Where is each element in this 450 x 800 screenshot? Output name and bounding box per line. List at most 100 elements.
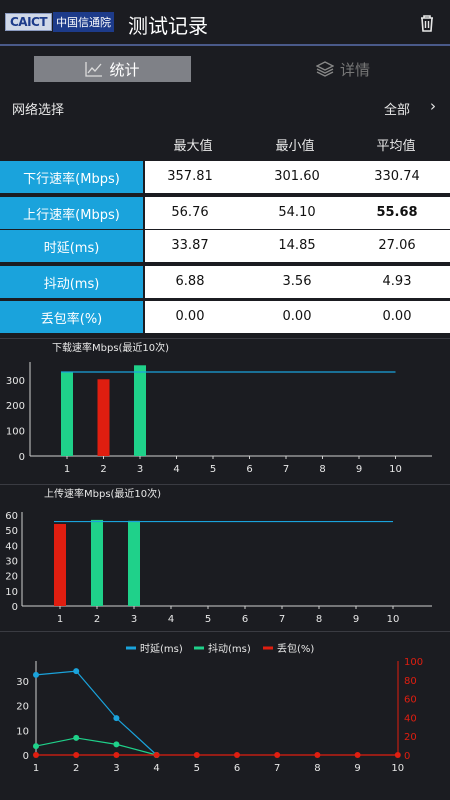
y-tick-label: 200 xyxy=(6,401,25,412)
x-tick-label: 3 xyxy=(131,614,137,625)
divider xyxy=(0,338,450,339)
y-tick-label-left: 30 xyxy=(16,677,29,688)
data-point xyxy=(274,752,281,758)
trash-icon[interactable] xyxy=(416,12,438,34)
table-row: 上行速率(Mbps) 56.76 54.10 55.68 xyxy=(0,197,450,229)
x-tick-label: 8 xyxy=(314,763,320,774)
y-tick-label-right: 0 xyxy=(404,751,410,762)
cell-min: 54.10 xyxy=(278,205,316,220)
cell-min: 3.56 xyxy=(282,274,312,289)
table-row: 抖动(ms) 6.88 3.56 4.93 xyxy=(0,266,450,298)
y-tick-label: 10 xyxy=(5,587,18,598)
cell-avg: 27.06 xyxy=(378,238,416,253)
x-tick-label: 10 xyxy=(391,763,404,774)
tab-statistics[interactable]: 统计 xyxy=(34,56,191,82)
x-tick-label: 4 xyxy=(168,614,174,625)
legend-label: 时延(ms) xyxy=(140,643,183,655)
cell-min: 301.60 xyxy=(274,169,320,184)
x-tick-label: 2 xyxy=(73,763,79,774)
data-point xyxy=(73,752,80,758)
y-tick-label: 300 xyxy=(6,376,25,387)
x-tick-label: 3 xyxy=(113,763,119,774)
data-point xyxy=(33,671,39,678)
table-row: 时延(ms) 33.87 14.85 27.06 xyxy=(0,230,450,262)
x-tick-label: 5 xyxy=(210,464,216,475)
data-point xyxy=(314,752,321,758)
col-header-avg: 平均值 xyxy=(376,139,416,154)
chart-title: 下载速率Mbps(最近10次) xyxy=(52,341,169,354)
data-point xyxy=(394,752,401,758)
y-tick-label-right: 20 xyxy=(404,732,417,743)
cell-max: 56.76 xyxy=(171,205,209,220)
y-tick-label: 50 xyxy=(5,526,18,537)
data-point xyxy=(73,734,80,741)
bar xyxy=(97,379,110,456)
x-tick-label: 9 xyxy=(356,464,362,475)
x-tick-label: 1 xyxy=(33,763,39,774)
chevron-right-icon: › xyxy=(430,97,436,115)
data-point xyxy=(33,743,39,750)
logo-en: CAICT xyxy=(5,13,53,31)
y-tick-label: 30 xyxy=(5,557,18,568)
network-label: 网络选择 xyxy=(12,103,65,118)
x-tick-label: 9 xyxy=(353,614,359,625)
divider xyxy=(0,631,450,632)
y-tick-label-left: 10 xyxy=(16,726,29,737)
y-tick-label-right: 100 xyxy=(404,657,423,668)
network-value: 全部 xyxy=(383,103,410,118)
bar xyxy=(128,520,140,606)
x-tick-label: 2 xyxy=(100,464,106,475)
app-header: CAICT 中国信通院 测试记录 xyxy=(0,0,450,46)
row-label: 下行速率(Mbps) xyxy=(0,161,143,193)
logo-cn: 中国信通院 xyxy=(53,12,115,32)
y-tick-label-right: 40 xyxy=(404,713,417,724)
x-tick-label: 7 xyxy=(283,464,289,475)
x-tick-label: 8 xyxy=(316,614,322,625)
page-title: 测试记录 xyxy=(128,14,208,38)
row-label: 上行速率(Mbps) xyxy=(0,197,143,229)
x-tick-label: 2 xyxy=(94,614,100,625)
cell-max: 357.81 xyxy=(167,169,213,184)
table-row: 丢包率(%) 0.00 0.00 0.00 xyxy=(0,301,450,333)
col-header-max: 最大值 xyxy=(173,139,213,154)
caict-logo: CAICT 中国信通院 xyxy=(5,11,117,33)
cell-min: 14.85 xyxy=(278,238,316,253)
data-point xyxy=(193,752,200,758)
data-point xyxy=(113,752,120,758)
upload-chart-svg: 上传速率Mbps(最近10次) 0 10 20 30 40 50 60 1 2 3 4 5 6 7 8 9 1… xyxy=(5,487,432,625)
y-tick-label-right: 60 xyxy=(404,695,417,706)
row-label: 抖动(ms) xyxy=(0,266,143,298)
table-row: 下行速率(Mbps) 357.81 301.60 330.74 xyxy=(0,161,450,193)
x-tick-label: 5 xyxy=(194,763,200,774)
bar xyxy=(54,523,66,606)
row-values: 0.00 0.00 0.00 xyxy=(145,301,450,333)
legend-label: 抖动(ms) xyxy=(208,642,251,655)
y-tick-label: 0 xyxy=(19,452,25,463)
latency-jitter-chart: 时延(ms) 抖动(ms) 丢包(%) 0 10 20 30 0 20 40 60 80 100 12… xyxy=(0,633,450,783)
y-tick-label-left: 20 xyxy=(16,702,29,713)
bar xyxy=(91,519,103,606)
y-tick-label-left: 0 xyxy=(23,751,29,762)
x-tick-label: 10 xyxy=(387,614,400,625)
y-tick-label: 20 xyxy=(5,572,18,583)
data-point xyxy=(113,741,120,748)
cell-max: 6.88 xyxy=(175,274,205,289)
data-point xyxy=(234,752,240,758)
bar xyxy=(134,365,146,456)
cell-avg: 55.68 xyxy=(376,205,418,220)
row-values: 357.81 301.60 330.74 xyxy=(145,161,450,193)
cell-max: 0.00 xyxy=(175,309,205,324)
x-tick-label: 6 xyxy=(234,763,240,774)
x-tick-label: 3 xyxy=(137,464,143,475)
view-tabs: 统计 详情 xyxy=(0,48,450,88)
cell-avg: 0.00 xyxy=(382,309,412,324)
data-point xyxy=(153,752,160,758)
download-chart-svg: 下载速率Mbps(最近10次) 0 100 200 300 1 2 3 4 5 6 7 8 9 10 xyxy=(6,341,432,475)
network-selector[interactable]: 网络选择 全部 › xyxy=(0,93,450,123)
row-values: 6.88 3.56 4.93 xyxy=(145,266,450,298)
layers-icon xyxy=(315,61,334,77)
data-point xyxy=(113,715,120,722)
tab-details[interactable]: 详情 xyxy=(278,56,408,82)
cell-avg: 4.93 xyxy=(382,274,412,289)
data-point xyxy=(73,668,80,675)
